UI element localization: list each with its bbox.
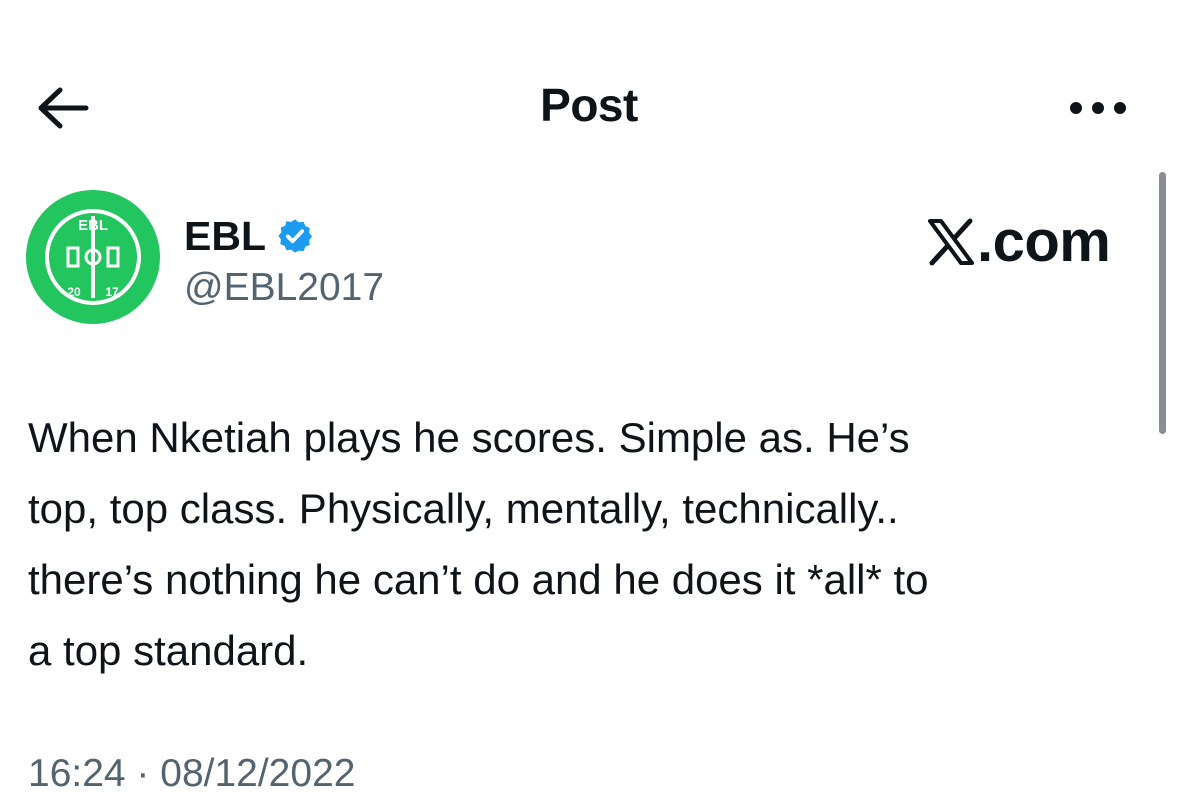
verified-badge-icon [278,219,313,253]
x-com-watermark: 𝕏 .com [926,208,1111,275]
svg-text:EBL: EBL [78,217,108,234]
post-detail-page: Post EBL 20 17 EBL @EBL2017 .com When Nk… [0,0,1178,800]
ebl-logo: EBL 20 17 [26,190,160,324]
top-bar: Post [0,0,1178,180]
back-button[interactable] [30,80,94,136]
x-logo-glyph [928,218,974,265]
display-name-row: EBL [184,210,314,262]
display-name[interactable]: EBL [184,213,266,260]
watermark-suffix: .com [977,209,1111,274]
scrollbar[interactable] [1159,172,1166,434]
avatar[interactable]: EBL 20 17 [26,190,160,324]
svg-text:20: 20 [67,285,81,299]
user-handle[interactable]: @EBL2017 [184,266,384,310]
post-text: When Nketiah plays he scores. Simple as.… [28,414,929,674]
page-title: Post [540,79,638,131]
svg-text:17: 17 [105,285,119,299]
more-options-button[interactable] [1058,80,1138,136]
more-horizontal-icon [1070,102,1126,114]
arrow-left-icon [38,87,89,129]
post-timestamp[interactable]: 16:24 · 08/12/2022 [28,752,355,796]
post-author: EBL 20 17 EBL @EBL2017 𝕏 .com [26,190,1126,330]
